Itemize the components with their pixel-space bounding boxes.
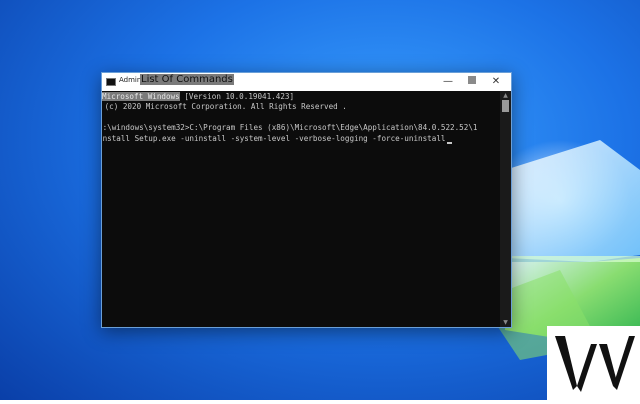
version-text: [Version 10.0.19041.423] <box>184 92 295 101</box>
console-output[interactable]: Microsoft Windows [Version 10.0.19041.42… <box>102 91 500 327</box>
console-line-2: (c) 2020 Microsoft Corporation. All Righ… <box>102 102 347 111</box>
minimize-button[interactable]: — <box>436 73 460 91</box>
close-button[interactable]: ✕ <box>484 73 508 91</box>
console-line-1: Microsoft Windows [Version 10.0.19041.42… <box>102 92 294 102</box>
scroll-thumb[interactable] <box>502 100 509 112</box>
maximize-icon <box>468 76 476 84</box>
scroll-up-arrow-icon[interactable]: ▲ <box>500 91 511 100</box>
vertical-scrollbar[interactable]: ▲ ▼ <box>500 91 511 327</box>
text-cursor <box>447 142 453 144</box>
console-line-3: C:\windows\system32>C:\Program Files (x8… <box>102 123 478 132</box>
command-text: install Setup.exe -uninstall -system-lev… <box>102 134 446 143</box>
maximize-button[interactable] <box>460 73 484 91</box>
title-bar[interactable]: Admin List Of Commands — ✕ <box>102 73 511 91</box>
watermark-logo <box>547 326 640 400</box>
console-selected-text: Microsoft Windows <box>102 92 180 101</box>
console-line-4: install Setup.exe -uninstall -system-lev… <box>102 134 453 144</box>
minimize-icon: — <box>443 76 453 87</box>
vv-logo-icon <box>555 336 635 392</box>
window-title: List Of Commands <box>140 74 234 85</box>
cmd-icon <box>106 78 116 86</box>
scroll-down-arrow-icon[interactable]: ▼ <box>500 318 511 327</box>
close-icon: ✕ <box>491 76 501 87</box>
command-prompt-window[interactable]: Admin List Of Commands — ✕ Microsoft Win… <box>101 72 512 328</box>
admin-label: Admin <box>119 76 142 84</box>
